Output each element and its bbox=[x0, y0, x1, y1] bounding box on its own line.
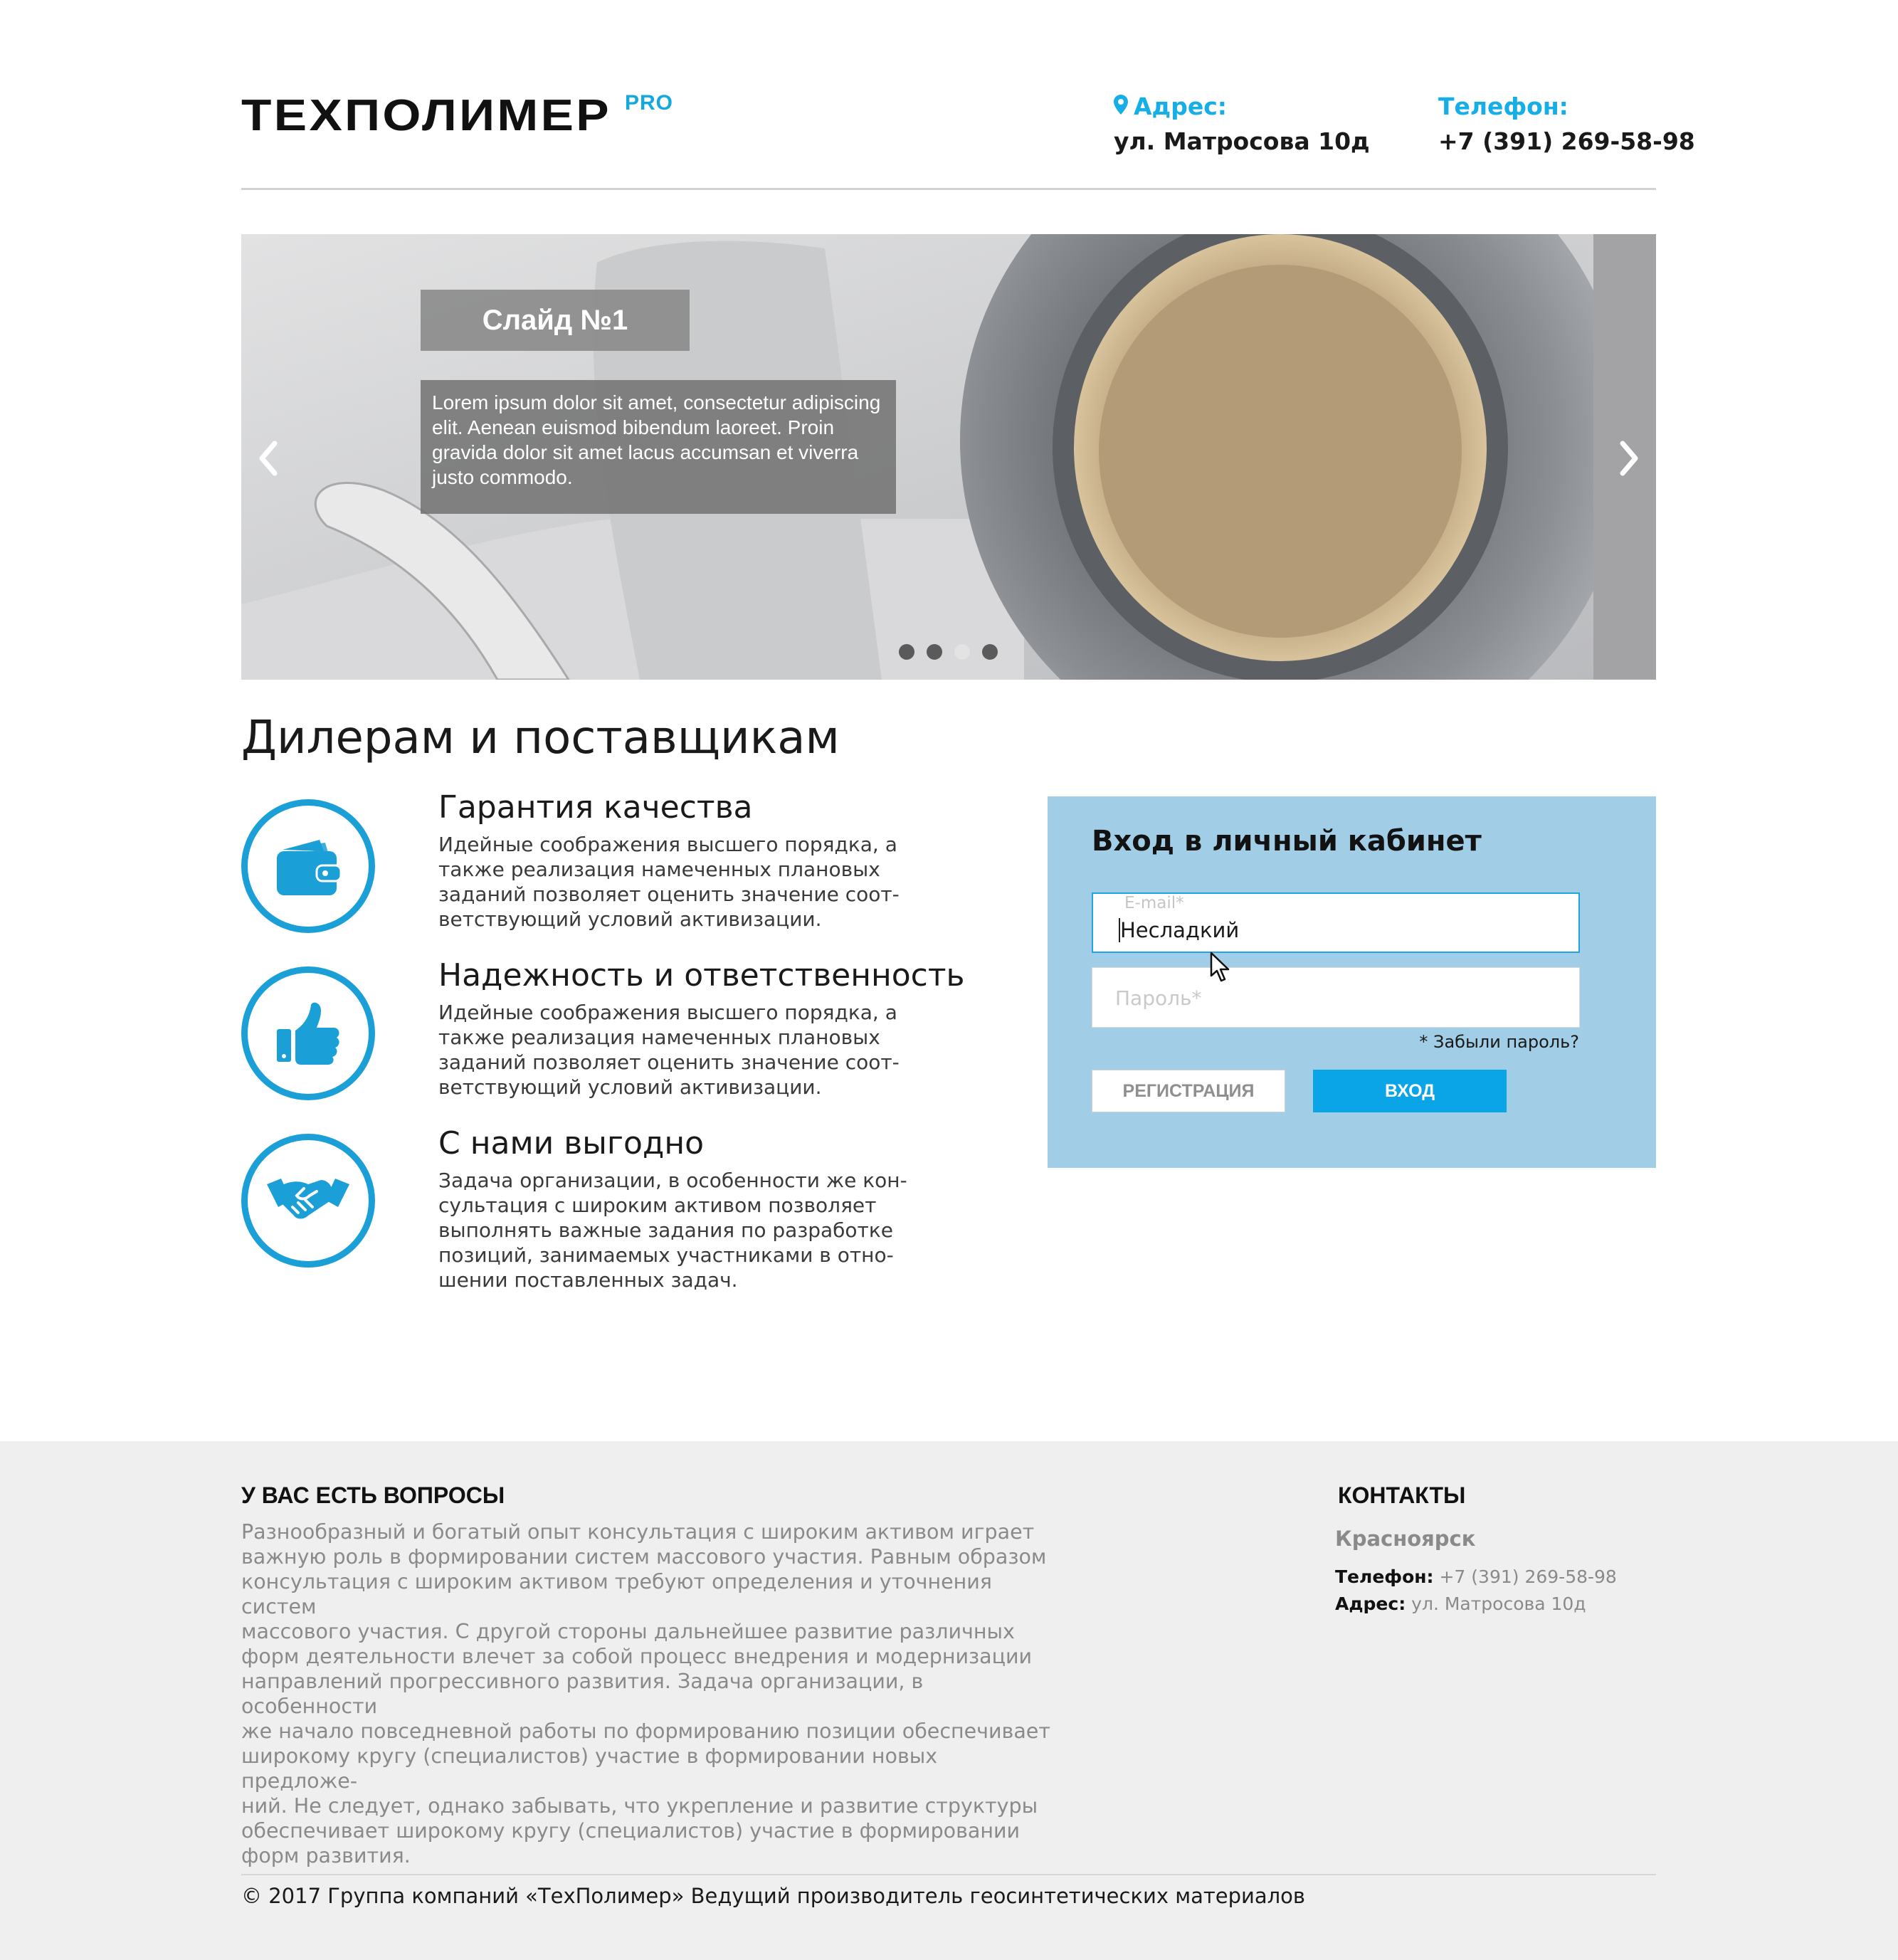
slider-dots bbox=[899, 644, 998, 660]
header-address: Адрес: ул. Матросова 10д bbox=[1114, 93, 1370, 155]
login-button[interactable]: ВХОД bbox=[1313, 1070, 1507, 1112]
header-phone: Телефон: +7 (391) 269-58-98 bbox=[1438, 93, 1695, 155]
feature-icon-circle bbox=[241, 1134, 375, 1268]
slider-dot[interactable] bbox=[899, 644, 914, 660]
password-field[interactable]: Пароль* bbox=[1092, 967, 1580, 1028]
header-divider bbox=[241, 188, 1656, 190]
feature-text: Идейные соображения высшего порядка, а т… bbox=[438, 833, 900, 931]
contacts-phone-value[interactable]: +7 (391) 269-58-98 bbox=[1439, 1566, 1616, 1587]
logo-pro-suffix: PRO bbox=[625, 91, 674, 115]
slider-dot[interactable] bbox=[982, 644, 998, 660]
address-value: ул. Матросова 10д bbox=[1114, 127, 1370, 155]
feature-title: Надежность и ответственность bbox=[438, 957, 965, 994]
site-footer: У ВАС ЕСТЬ ВОПРОСЫ Разнообразный и богат… bbox=[0, 1441, 1898, 1960]
feature-text: Идейные соображения высшего порядка, а т… bbox=[438, 1001, 900, 1099]
feature-text: Задача организации, в особенности же кон… bbox=[438, 1169, 907, 1292]
thumbs-up-icon bbox=[277, 1002, 339, 1065]
feature-title: Гарантия качества bbox=[438, 789, 753, 826]
handshake-icon bbox=[267, 1179, 349, 1219]
contacts-address-label: Адрес: bbox=[1335, 1593, 1406, 1614]
login-title: Вход в личный кабинет bbox=[1092, 825, 1482, 858]
logo[interactable]: ТЕХПОЛИМЕР bbox=[241, 94, 611, 138]
register-button[interactable]: РЕГИСТРАЦИЯ bbox=[1092, 1070, 1285, 1112]
footer-divider bbox=[241, 1874, 1656, 1875]
contacts-title: КОНТАКТЫ bbox=[1338, 1482, 1466, 1508]
login-panel: Вход в личный кабинет E-mail* Несладкий … bbox=[1048, 796, 1656, 1168]
contacts-city: Красноярск bbox=[1335, 1527, 1476, 1551]
email-value: Несладкий bbox=[1120, 918, 1240, 942]
email-field[interactable]: E-mail* Несладкий bbox=[1092, 892, 1580, 953]
slider-prev-button[interactable] bbox=[247, 433, 290, 483]
chevron-left-icon bbox=[259, 441, 278, 476]
slider-dot[interactable] bbox=[927, 644, 942, 660]
password-placeholder: Пароль* bbox=[1115, 986, 1202, 1010]
contacts-phone: Телефон: +7 (391) 269-58-98 bbox=[1335, 1566, 1617, 1587]
feature-title: С нами выгодно bbox=[438, 1125, 705, 1161]
slider-dot-active[interactable] bbox=[954, 644, 970, 660]
mouse-pointer-icon bbox=[1210, 952, 1230, 982]
hero-slider: Слайд №1 Lorem ipsum dolor sit amet, con… bbox=[241, 234, 1656, 680]
forgot-password-link[interactable]: * Забыли пароль? bbox=[1419, 1032, 1579, 1052]
slide-caption: Lorem ipsum dolor sit amet, consectetur … bbox=[421, 380, 896, 514]
faq-title: У ВАС ЕСТЬ ВОПРОСЫ bbox=[241, 1482, 505, 1508]
feature-icon-circle bbox=[241, 799, 375, 933]
section-title: Дилерам и поставщикам bbox=[241, 712, 840, 764]
contacts-address: Адрес: ул. Матросова 10д bbox=[1335, 1593, 1586, 1614]
phone-value[interactable]: +7 (391) 269-58-98 bbox=[1438, 127, 1695, 155]
feature-icon-circle bbox=[241, 966, 375, 1100]
address-label: Адрес: bbox=[1134, 93, 1227, 120]
slide-title: Слайд №1 bbox=[421, 290, 690, 351]
slider-next-button[interactable] bbox=[1608, 433, 1650, 483]
site-header: ТЕХПОЛИМЕР PRO Адрес: ул. Матросова 10д … bbox=[241, 0, 1695, 190]
contacts-phone-label: Телефон: bbox=[1335, 1566, 1434, 1587]
phone-label: Телефон: bbox=[1438, 93, 1569, 120]
email-label: E-mail* bbox=[1124, 894, 1184, 912]
faq-text: Разнообразный и богатый опыт консультаци… bbox=[241, 1520, 1050, 1867]
contacts-address-value: ул. Матросова 10д bbox=[1411, 1593, 1586, 1614]
chevron-right-icon bbox=[1620, 441, 1638, 476]
wallet-icon bbox=[277, 840, 342, 895]
copyright: © 2017 Группа компаний «ТехПолимер» Веду… bbox=[241, 1884, 1305, 1908]
map-pin-icon bbox=[1114, 93, 1128, 120]
